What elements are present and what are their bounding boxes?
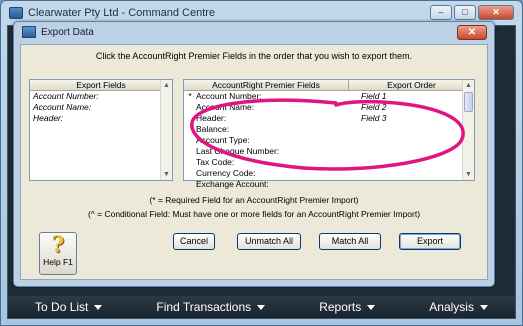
help-button-label: Help F1	[43, 257, 73, 267]
dialog-body: Click the AccountRight Premier Fields in…	[20, 44, 488, 280]
field-name: Tax Code:	[196, 157, 235, 167]
export-fields-header: Export Fields	[30, 80, 172, 91]
field-row[interactable]: Currency Code:	[184, 168, 474, 179]
dialog-title: Export Data	[41, 26, 94, 38]
match-all-button[interactable]: Match All	[319, 233, 381, 250]
nav-reports[interactable]: Reports	[319, 300, 376, 314]
field-row[interactable]: Account Name: Field 2	[184, 102, 474, 113]
field-row[interactable]: Tax Code:	[184, 157, 474, 168]
field-order: Field 3	[361, 113, 387, 123]
export-fields-list[interactable]: Export Fields Account Number: Account Na…	[29, 79, 173, 181]
required-field-note: (* = Required Field for an AccountRight …	[149, 195, 359, 205]
field-name: Account Name:	[196, 102, 255, 112]
field-row[interactable]: Header: Field 3	[184, 113, 474, 124]
export-data-dialog: Export Data ✕ Click the AccountRight Pre…	[13, 21, 495, 287]
field-order: Field 1	[361, 91, 387, 101]
nav-label: Analysis	[429, 300, 474, 314]
nav-label: To Do List	[35, 300, 89, 314]
required-mark	[184, 135, 196, 146]
column-header-field: AccountRight Premier Fields	[184, 80, 349, 90]
nav-label: Find Transactions	[156, 300, 252, 314]
list-item[interactable]: Header:	[30, 113, 172, 124]
field-order	[349, 179, 474, 190]
instruction-text: Click the AccountRight Premier Fields in…	[95, 51, 413, 61]
field-order	[349, 124, 474, 135]
maximize-button[interactable]: □	[454, 5, 476, 20]
dialog-icon	[22, 26, 36, 38]
field-row[interactable]: Balance:	[184, 124, 474, 135]
premier-fields-list[interactable]: AccountRight Premier Fields Export Order…	[183, 79, 475, 189]
main-window-title: Clearwater Pty Ltd - Command Centre	[28, 7, 216, 19]
field-name: Exchange Account:	[196, 179, 269, 189]
minimize-button[interactable]: –	[430, 5, 452, 20]
dropdown-arrow-icon	[257, 304, 266, 310]
cancel-button[interactable]: Cancel	[173, 233, 215, 250]
field-row[interactable]: * Account Number: Field 1	[184, 91, 474, 102]
dropdown-arrow-icon	[94, 304, 103, 310]
field-order	[349, 146, 474, 157]
dropdown-arrow-icon	[479, 304, 488, 310]
field-name: Balance:	[196, 124, 230, 134]
required-mark	[184, 179, 196, 190]
help-button[interactable]: ? Help F1	[39, 232, 77, 275]
nav-analysis[interactable]: Analysis	[429, 300, 488, 314]
nav-find-transactions[interactable]: Find Transactions	[156, 300, 266, 314]
dialog-title-bar: Export Data	[22, 26, 94, 38]
premier-fields-rows: * Account Number: Field 1 Account Name: Fiel…	[184, 91, 474, 190]
required-mark	[184, 168, 196, 179]
help-icon: ?	[51, 232, 65, 258]
list-item[interactable]: Account Number:	[30, 91, 172, 102]
required-mark	[184, 113, 196, 124]
window-controls: – □ ✕	[430, 5, 514, 20]
required-mark	[184, 157, 196, 168]
conditional-field-note: (^ = Conditional Field: Must have one or…	[87, 209, 421, 219]
export-button[interactable]: Export	[399, 233, 461, 250]
premier-fields-header: AccountRight Premier Fields Export Order	[184, 80, 474, 91]
field-name: Account Type:	[196, 135, 250, 145]
field-order	[349, 135, 474, 146]
scroll-up-icon[interactable]: ▲	[161, 80, 172, 91]
export-fields-scrollbar[interactable]: ▲ ▼	[160, 80, 172, 180]
main-window-title-bar: Clearwater Pty Ltd - Command Centre	[9, 7, 215, 19]
app-icon	[9, 7, 23, 19]
premier-fields-scrollbar[interactable]: ▲ ▼	[462, 80, 474, 180]
required-mark	[184, 124, 196, 135]
field-row[interactable]: Account Type:	[184, 135, 474, 146]
field-order	[349, 157, 474, 168]
nav-label: Reports	[319, 300, 362, 314]
dialog-close-button[interactable]: ✕	[457, 25, 487, 40]
field-name: Header:	[196, 113, 227, 123]
scroll-down-icon[interactable]: ▼	[463, 169, 474, 180]
column-header-order: Export Order	[387, 80, 436, 90]
field-row[interactable]: Last Cheque Number:	[184, 146, 474, 157]
required-mark	[184, 146, 196, 157]
close-button[interactable]: ✕	[478, 5, 514, 20]
unmatch-all-button[interactable]: Unmatch All	[237, 233, 301, 250]
scroll-down-icon[interactable]: ▼	[161, 169, 172, 180]
required-mark: *	[188, 91, 192, 101]
field-name: Currency Code:	[196, 168, 256, 178]
list-item[interactable]: Account Name:	[30, 102, 172, 113]
scroll-up-icon[interactable]: ▲	[463, 80, 474, 91]
scroll-thumb[interactable]	[464, 92, 473, 112]
field-row[interactable]: Exchange Account:	[184, 179, 474, 190]
field-order: Field 2	[361, 102, 387, 112]
dropdown-arrow-icon	[367, 304, 376, 310]
nav-todo-list[interactable]: To Do List	[35, 300, 103, 314]
bottom-nav-bar: To Do List Find Transactions Reports Ana…	[8, 296, 515, 318]
field-name: Account Number:	[196, 91, 262, 101]
field-order	[349, 168, 474, 179]
required-mark	[184, 102, 196, 113]
field-name: Last Cheque Number:	[196, 146, 280, 156]
